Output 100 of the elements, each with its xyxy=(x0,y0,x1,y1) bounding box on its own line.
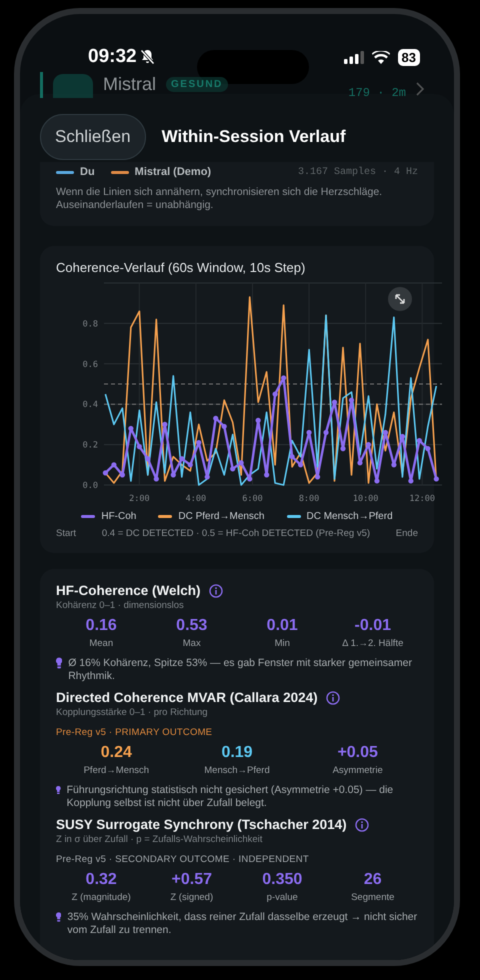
stat-label: Mean xyxy=(89,638,114,649)
lightbulb-icon xyxy=(56,911,62,923)
stat-value: 0.16 xyxy=(86,617,117,635)
data-point xyxy=(298,462,304,468)
stat-label: Segmente xyxy=(351,892,394,903)
x-tick-label: 12:00 xyxy=(409,494,435,504)
stat-value: 0.53 xyxy=(176,617,208,635)
data-point xyxy=(238,460,244,466)
x-tick-label: 2:00 xyxy=(129,494,150,504)
stat-label: Pferd→Mensch xyxy=(84,765,150,776)
data-point xyxy=(408,478,414,484)
threshold-note: 0.4 = DC DETECTED · 0.5 = HF-Coh DETECTED (Pre-Reg v5) xyxy=(102,528,370,539)
data-point xyxy=(374,478,380,484)
stat-value: 26 xyxy=(364,871,382,889)
data-point xyxy=(314,474,320,480)
sync-description: Wenn die Linien sich annähern, synchronisieren sich die Herzschläge. Auseinanderlaufen = unabhängig. xyxy=(56,186,384,212)
data-point xyxy=(179,456,184,462)
data-point xyxy=(323,430,329,436)
data-point xyxy=(264,472,270,478)
stat-label: Mensch→Pferd xyxy=(204,765,270,776)
lightbulb-icon xyxy=(56,657,62,669)
data-point xyxy=(391,462,397,468)
wifi-icon xyxy=(372,50,390,64)
data-point xyxy=(290,454,295,460)
session-reading: 179 · 2m xyxy=(348,86,406,98)
stat-label: Δ 1.→2. Hälfte xyxy=(342,638,404,649)
data-point xyxy=(120,472,125,478)
section-subtitle: Kopplungsstärke 0–1 · pro Richtung xyxy=(56,707,209,718)
stat-value: 0.32 xyxy=(86,871,117,889)
insight-note: Ø 16% Kohärenz, Spitze 53% — es gab Fenster mit starker gemeinsamer Rhythmik. xyxy=(68,657,413,683)
data-point xyxy=(306,430,312,436)
stat-label: Min xyxy=(274,638,290,649)
stat-label: Z (signed) xyxy=(170,892,214,903)
stat-value: 0.01 xyxy=(266,617,298,635)
status-badge: GESUND xyxy=(166,77,228,92)
data-point xyxy=(256,418,261,423)
stat-value: 0.24 xyxy=(100,744,132,762)
axis-end-label: Ende xyxy=(396,528,418,539)
stat-value: +0.57 xyxy=(172,871,212,889)
stat-label: Z (magnitude) xyxy=(72,892,131,903)
data-point xyxy=(281,375,286,381)
data-point xyxy=(348,398,354,403)
stat-value: +0.05 xyxy=(337,744,378,762)
data-point xyxy=(170,472,176,478)
data-point xyxy=(162,422,168,427)
outcome-tag: Pre-Reg v5 · SECONDARY OUTCOME · INDEPENDENT xyxy=(56,854,418,865)
x-tick-label: 4:00 xyxy=(186,494,206,504)
battery-level: 83 xyxy=(398,48,420,66)
data-point xyxy=(154,476,159,482)
chart-title: Coherence-Verlauf (60s Window, 10s Step) xyxy=(56,260,306,275)
section-title: SUSY Surrogate Synchrony (Tschacher 2014) xyxy=(56,817,347,832)
sheet-title: Within-Session Verlauf xyxy=(162,127,346,147)
legend-label: Du xyxy=(80,166,95,178)
stat-label: Max xyxy=(182,638,201,649)
data-point xyxy=(272,392,278,397)
stat-value: 0.350 xyxy=(262,871,302,889)
data-point xyxy=(128,426,134,432)
data-point xyxy=(204,474,210,480)
signal-icon xyxy=(344,50,364,64)
data-point xyxy=(357,460,363,466)
insight-note: 35% Wahrscheinlichkeit, dass reiner Zufall dasselbe erzeugt → nicht sicher vom Zufall zu trennen. xyxy=(67,911,418,937)
info-icon[interactable] xyxy=(354,818,369,832)
info-icon[interactable] xyxy=(326,690,340,704)
section-title: Directed Coherence MVAR (Callara 2024) xyxy=(56,690,318,705)
stat-label: Asymmetrie xyxy=(332,765,383,776)
legend-label: DC Pferd→Mensch xyxy=(178,511,264,522)
data-point xyxy=(136,444,142,450)
info-icon[interactable] xyxy=(208,584,223,598)
x-tick-label: 10:00 xyxy=(352,494,378,504)
data-point xyxy=(145,456,150,462)
expand-icon[interactable] xyxy=(388,287,412,311)
legend-label: HF-Coh xyxy=(101,511,136,522)
stat-value: 0.19 xyxy=(221,744,253,762)
x-tick-label: 6:00 xyxy=(242,494,263,504)
legend-label: DC Mensch→Pferd xyxy=(306,511,393,522)
data-point xyxy=(332,400,338,405)
data-point xyxy=(111,462,116,468)
data-point xyxy=(247,476,252,482)
axis-start-label: Start xyxy=(56,528,76,539)
lightbulb-icon xyxy=(56,784,61,796)
data-point xyxy=(188,462,193,468)
section-title: HF-Coherence (Welch) xyxy=(56,583,201,598)
y-tick-label: 0.2 xyxy=(82,440,98,451)
muted-bell-icon xyxy=(140,49,155,65)
data-point xyxy=(434,476,439,482)
data-point xyxy=(102,470,108,476)
data-point xyxy=(400,434,405,440)
data-point xyxy=(416,438,422,444)
data-point xyxy=(340,446,346,452)
data-point xyxy=(196,440,202,446)
data-point xyxy=(213,416,218,421)
outcome-tag: Pre-Reg v5 · PRIMARY OUTCOME xyxy=(56,727,418,738)
close-button[interactable]: Schließen xyxy=(40,114,146,160)
data-point xyxy=(366,442,372,448)
data-point xyxy=(230,466,236,472)
chevron-icon xyxy=(416,82,424,96)
y-tick-label: 0.6 xyxy=(82,360,98,370)
y-tick-label: 0.8 xyxy=(82,319,98,330)
data-point xyxy=(382,430,388,436)
section-subtitle: Z in σ über Zufall · p = Zufalls-Wahrscheinlichkeit xyxy=(56,834,264,845)
